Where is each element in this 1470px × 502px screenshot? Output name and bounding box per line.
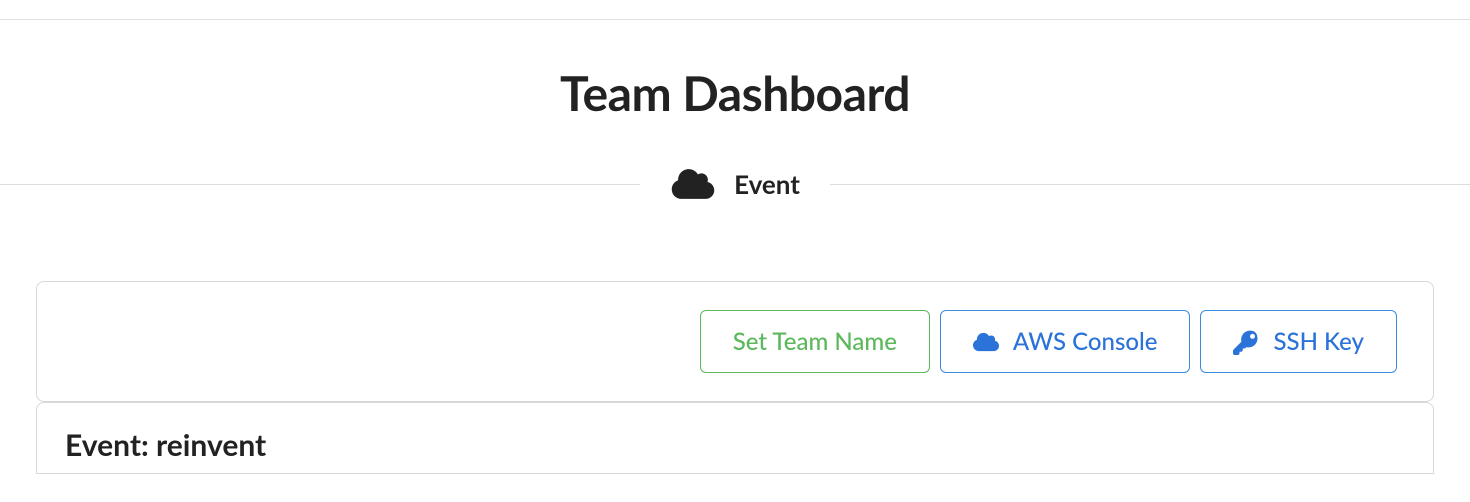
cloud-icon (670, 167, 716, 201)
event-info-panel: Event: reinvent (36, 402, 1434, 474)
button-panel: Set Team Name AWS Console SSH Key (36, 281, 1434, 402)
divider-line-right (830, 184, 1470, 185)
section-label: Event (640, 167, 830, 201)
section-label-text: Event (734, 168, 800, 200)
ssh-key-label: SSH Key (1273, 327, 1364, 356)
aws-console-label: AWS Console (1013, 327, 1158, 356)
page-title: Team Dashboard (0, 65, 1470, 122)
cloud-icon (973, 329, 999, 355)
section-divider: Event (0, 167, 1470, 201)
set-team-name-label: Set Team Name (733, 327, 897, 356)
event-name-label: Event: reinvent (65, 427, 1405, 463)
aws-console-button[interactable]: AWS Console (940, 310, 1191, 373)
ssh-key-button[interactable]: SSH Key (1200, 310, 1397, 373)
top-border (0, 0, 1470, 20)
key-icon (1233, 329, 1259, 355)
divider-line-left (0, 184, 640, 185)
content-area: Set Team Name AWS Console SSH Key Event:… (0, 281, 1470, 474)
set-team-name-button[interactable]: Set Team Name (700, 310, 930, 373)
